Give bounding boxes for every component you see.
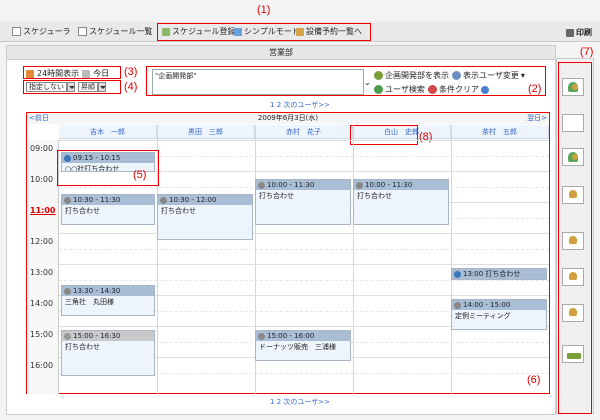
filter-select[interactable]: 指定しない bbox=[26, 82, 67, 92]
annotation-8: (8) bbox=[419, 131, 433, 143]
event-block[interactable]: 14:00 - 15:00 定例ミーティング bbox=[451, 299, 547, 330]
hour-line bbox=[59, 233, 549, 234]
tab-scheduler[interactable]: スケジューラ bbox=[12, 26, 70, 37]
view-options: 24時間表示 今日 bbox=[26, 68, 109, 79]
clear-icon bbox=[428, 85, 437, 94]
half-hour-line bbox=[59, 280, 549, 281]
hour-line bbox=[59, 140, 549, 141]
event-block[interactable]: 15:00 - 16:30 打ち合わせ bbox=[61, 330, 155, 376]
chevron-down-icon[interactable] bbox=[67, 82, 75, 92]
event-block[interactable]: 10:30 - 11:30 打ち合わせ bbox=[61, 194, 155, 225]
column-divider bbox=[353, 125, 354, 394]
help-icon[interactable] bbox=[481, 85, 489, 94]
pager-bottom: 1 2 次のユーザ>> bbox=[0, 397, 600, 407]
event-icon bbox=[258, 332, 265, 340]
group-view-icon[interactable] bbox=[562, 78, 584, 96]
event-block[interactable]: 10:30 - 12:00 打ち合わせ bbox=[157, 194, 253, 240]
tab-schedule-list[interactable]: スケジュール一覧 bbox=[78, 26, 152, 37]
order-select[interactable]: 昇順 bbox=[78, 82, 98, 92]
current-date: 2009年6月3日(水) bbox=[257, 114, 319, 122]
today-button[interactable]: 今日 bbox=[93, 68, 109, 79]
sort-options: 指定しない 昇順 bbox=[26, 82, 106, 92]
event-icon bbox=[64, 196, 71, 204]
hour-line bbox=[59, 264, 549, 265]
user-search-button[interactable]: ユーザ検索 bbox=[374, 84, 425, 95]
user-header-1[interactable]: 吉木 一郎 bbox=[59, 125, 157, 139]
annotation-4: (4) bbox=[124, 81, 138, 93]
user-icon bbox=[452, 71, 461, 80]
current-time-label: 11:00 bbox=[30, 206, 56, 215]
event-icon bbox=[356, 181, 363, 189]
user-header-highlight bbox=[350, 125, 418, 145]
event-block[interactable]: 10:00 - 11:30 打ち合わせ bbox=[255, 179, 351, 225]
users-icon[interactable] bbox=[562, 148, 584, 166]
annotation-3: (3) bbox=[124, 66, 138, 78]
calendar-user-icon[interactable] bbox=[562, 304, 584, 322]
info-icon bbox=[454, 270, 461, 278]
annotation-6: (6) bbox=[527, 374, 541, 386]
user-icon[interactable] bbox=[562, 186, 584, 204]
event-icon bbox=[454, 301, 461, 309]
user-icon[interactable] bbox=[562, 268, 584, 286]
pager-top: 1 2 次のユーザ>> bbox=[0, 100, 600, 110]
time-label: 09:00 bbox=[30, 144, 54, 153]
event-icon bbox=[258, 181, 265, 189]
time-label: 10:00 bbox=[30, 175, 54, 184]
time-label: 12:00 bbox=[30, 237, 54, 246]
next-users-link[interactable]: 次のユーザ>> bbox=[283, 101, 330, 109]
date-navigation: <前日 2009年6月3日(水) 翌日> bbox=[27, 113, 549, 124]
today-icon bbox=[82, 69, 91, 78]
event-block[interactable]: 13:00 打ち合わせ bbox=[451, 268, 547, 280]
page-numbers[interactable]: 1 2 bbox=[270, 101, 281, 109]
annotation-2: (2) bbox=[528, 83, 542, 95]
clear-button[interactable]: 条件クリア bbox=[428, 84, 489, 95]
search-icon bbox=[374, 85, 383, 94]
event-icon bbox=[160, 196, 167, 204]
list-icon bbox=[78, 27, 87, 36]
24h-toggle[interactable]: 24時間表示 bbox=[37, 68, 79, 79]
scheduler-page: (1) (7) スケジューラ スケジュール一覧 スケジュール登録 シンプルモード… bbox=[0, 0, 600, 420]
annotation-1: (1) bbox=[257, 4, 271, 16]
group-listbox[interactable]: "企画開発部" bbox=[152, 69, 364, 95]
annotation-7: (7) bbox=[580, 46, 594, 58]
annotation-5: (5) bbox=[133, 169, 147, 181]
next-users-link[interactable]: 次のユーザ>> bbox=[283, 398, 330, 406]
event-block[interactable]: 10:00 - 11:30 打ち合わせ bbox=[353, 179, 449, 225]
user-icon[interactable] bbox=[562, 232, 584, 250]
chevron-down-icon[interactable]: ⌄ bbox=[364, 78, 371, 87]
event-icon bbox=[64, 332, 71, 340]
column-divider bbox=[451, 125, 452, 394]
chevron-down-icon: ▾ bbox=[520, 71, 525, 80]
printer-icon bbox=[566, 28, 574, 37]
user-header-2[interactable]: 黒田 三郎 bbox=[157, 125, 255, 139]
next-day-link[interactable]: 翌日> bbox=[527, 113, 547, 124]
list-icon[interactable] bbox=[562, 345, 584, 363]
calendar-icon bbox=[12, 27, 21, 36]
user-header-5[interactable]: 茶村 五郎 bbox=[451, 125, 549, 139]
half-hour-line bbox=[59, 249, 549, 250]
users-icon bbox=[374, 71, 383, 80]
event-block[interactable]: 13:30 - 14:30 三角社 丸田様 bbox=[61, 285, 155, 316]
show-dept-button[interactable]: 企画開発部を表示 bbox=[374, 70, 449, 81]
menu-highlight-box bbox=[157, 23, 371, 41]
clock-icon bbox=[26, 69, 34, 78]
time-label: 14:00 bbox=[30, 299, 54, 308]
user-header-3[interactable]: 赤村 花子 bbox=[255, 125, 353, 139]
print-button[interactable]: 印刷 bbox=[566, 27, 592, 38]
page-numbers[interactable]: 1 2 bbox=[270, 398, 281, 406]
time-label: 13:00 bbox=[30, 268, 54, 277]
change-users-button[interactable]: 表示ユーザ変更 ▾ bbox=[452, 70, 525, 81]
tab-icon[interactable] bbox=[562, 114, 584, 132]
time-label: 16:00 bbox=[30, 361, 54, 370]
event-block[interactable]: 15:00 - 16:00 ドーナッツ販売 三浦様 bbox=[255, 330, 351, 361]
department-title: 営業部 bbox=[7, 46, 555, 60]
chevron-down-icon[interactable] bbox=[98, 82, 106, 92]
day-calendar: <前日 2009年6月3日(水) 翌日> 吉木 一郎 黒田 三郎 赤村 花子 白… bbox=[26, 112, 550, 394]
event-icon bbox=[64, 287, 71, 295]
time-label: 15:00 bbox=[30, 330, 54, 339]
